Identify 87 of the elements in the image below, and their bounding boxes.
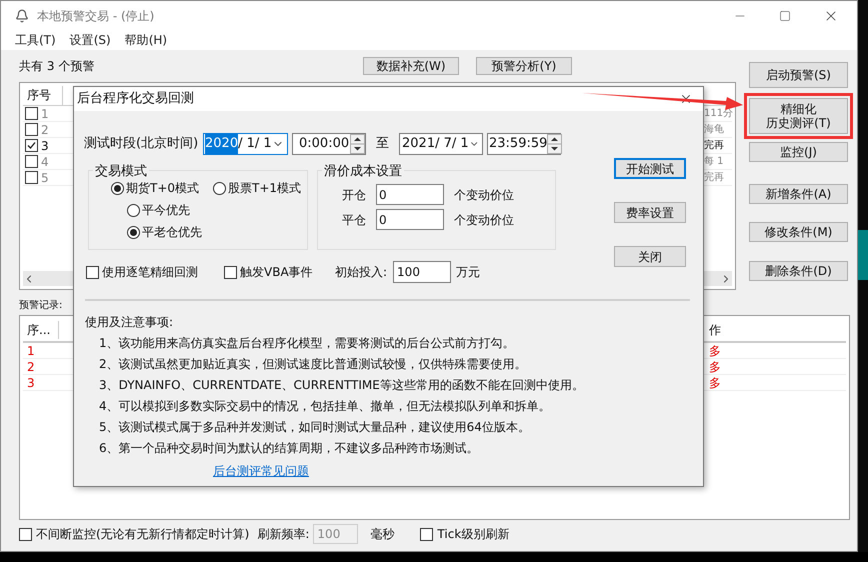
radio-label: 平今优先 xyxy=(142,202,190,219)
button[interactable]: 费率设置 xyxy=(614,202,686,223)
start-date-field[interactable]: 2020/ 1/ 1 xyxy=(203,133,288,155)
radio-label: 平老仓优先 xyxy=(142,224,202,241)
menu-item[interactable]: 工具(T) xyxy=(15,31,56,49)
table-cell-text: 完再 xyxy=(704,138,725,153)
window-title: 本地预警交易 - (停止) xyxy=(37,8,154,24)
table-cell-text: 5 xyxy=(41,170,49,186)
input-field[interactable]: 0 xyxy=(376,209,444,230)
button[interactable]: 修改条件(M) xyxy=(749,222,848,242)
table-cell-text: 3 xyxy=(41,138,49,154)
maximize-icon[interactable] xyxy=(779,10,791,22)
button[interactable]: 删除条件(D) xyxy=(749,261,848,281)
field-label: 平仓 xyxy=(342,212,366,228)
note-text: 2、该测试虽然更加贴近真实，但测试速度比普通测试较慢，仅供特殊需要使用。 xyxy=(98,356,528,373)
radio-button[interactable] xyxy=(127,204,140,216)
end-date-field[interactable]: 2021/ 7/ 1 xyxy=(399,133,483,155)
notes-title: 使用及注意事项: xyxy=(85,314,174,331)
button[interactable]: 新增条件(A) xyxy=(749,184,848,204)
checkbox[interactable] xyxy=(25,123,38,136)
button[interactable]: 关闭 xyxy=(614,246,686,267)
table-cell-text: 多 xyxy=(709,342,721,360)
period-label: 测试时段(北京时间) xyxy=(84,135,199,154)
radio-button[interactable] xyxy=(111,182,124,194)
table-cell-text: 1 xyxy=(41,106,49,122)
table-cell-text: 2 xyxy=(41,122,49,138)
button[interactable]: 开始测试 xyxy=(614,158,686,179)
note-text: 6、第一个品种交易时间为默认的结算周期，不建议多品种跨市场测试。 xyxy=(98,440,480,457)
column-header: 序号 xyxy=(23,86,63,105)
unit-label: 个变动价位 xyxy=(454,186,514,204)
table-cell-text: 多 xyxy=(709,374,721,392)
dialog-title: 后台程序化交易回测 xyxy=(76,90,194,108)
capital-field[interactable]: 100 xyxy=(393,261,452,283)
unit-label: 个变动价位 xyxy=(454,212,514,228)
end-time-field[interactable]: 23:59:59 xyxy=(487,133,561,155)
note-text: 5、该测试模式属于多品种并发测试，如同时测试大量品种，建议使用64位版本。 xyxy=(98,419,531,436)
checkbox[interactable] xyxy=(86,266,99,278)
radio-label: 股票T+1模式 xyxy=(228,180,302,197)
start-time-field[interactable]: 0:00:00 xyxy=(292,133,366,155)
unit-label: 万元 xyxy=(456,264,480,281)
button[interactable]: 精细化 历史测评(T) xyxy=(749,98,848,134)
menu-item[interactable]: 设置(S) xyxy=(70,31,111,49)
table-cell-text: 3 xyxy=(26,374,36,392)
button[interactable]: 监控(J) xyxy=(749,142,848,162)
table-cell-text: 海龟 xyxy=(704,123,725,137)
checkbox[interactable] xyxy=(420,528,434,540)
checkbox[interactable] xyxy=(25,171,38,184)
records-label: 预警记录: xyxy=(19,299,62,313)
radio-label: 期货T+0模式 xyxy=(126,180,200,197)
table-cell-text: 1 xyxy=(26,342,36,360)
button[interactable]: 启动预警(S) xyxy=(749,62,848,88)
checkbox-label: 使用逐笔精细回测 xyxy=(102,264,199,281)
input-field[interactable]: 0 xyxy=(376,184,444,205)
checkbox[interactable] xyxy=(25,139,38,152)
note-text: 3、DYNAINFO、CURRENTDATE、CURRENTTIME等这些常用的函数不能在回测中使用。 xyxy=(98,377,585,394)
column-header: 序... xyxy=(23,321,59,339)
note-text: 4、可以模拟到多数实际交易中的情况，包括挂单、撤单，但无法模拟队列单和拆单。 xyxy=(98,398,552,415)
spinner-icon[interactable] xyxy=(350,134,365,154)
bell-icon xyxy=(15,8,29,22)
checkbox[interactable] xyxy=(25,107,38,120)
spinner-icon[interactable] xyxy=(547,134,562,154)
table-cell-text: 2 xyxy=(26,358,36,376)
close-icon[interactable] xyxy=(679,92,693,106)
unit-label: 毫秒 xyxy=(370,526,394,543)
to-label: 至 xyxy=(376,135,389,154)
table-cell-text: 4 xyxy=(41,154,49,170)
checkbox[interactable] xyxy=(224,266,237,278)
field-label: 开仓 xyxy=(342,186,366,204)
checkbox[interactable] xyxy=(19,528,32,540)
refresh-label: 刷新频率: xyxy=(257,526,310,543)
button[interactable]: 数据补充(W) xyxy=(363,57,459,75)
table-cell-text: 完再 xyxy=(704,170,725,185)
column-header: 作 xyxy=(709,322,721,339)
radio-button[interactable] xyxy=(127,226,140,238)
radio-button[interactable] xyxy=(213,182,226,194)
checkbox-label: Tick级别刷新 xyxy=(437,526,510,543)
note-text: 1、该功能用来高仿真实盘后台程序化模型，需要将测试的后台公式前方打勾。 xyxy=(98,335,516,352)
table-cell-text: 每 1 xyxy=(704,155,725,169)
checkbox-label: 不间断监控(无论有无新行情都定时计算) xyxy=(36,526,250,543)
checkbox-label: 触发VBA事件 xyxy=(240,264,314,281)
faq-link[interactable]: 后台测评常见问题 xyxy=(213,462,309,480)
button[interactable]: 预警分析(Y) xyxy=(476,57,572,75)
checkbox[interactable] xyxy=(25,155,38,168)
alert-count: 共有 3 个预警 xyxy=(19,58,96,75)
menu-item[interactable]: 帮助(H) xyxy=(124,31,168,49)
capital-label: 初始投入: xyxy=(335,264,388,281)
table-cell-text: 多 xyxy=(709,358,721,376)
